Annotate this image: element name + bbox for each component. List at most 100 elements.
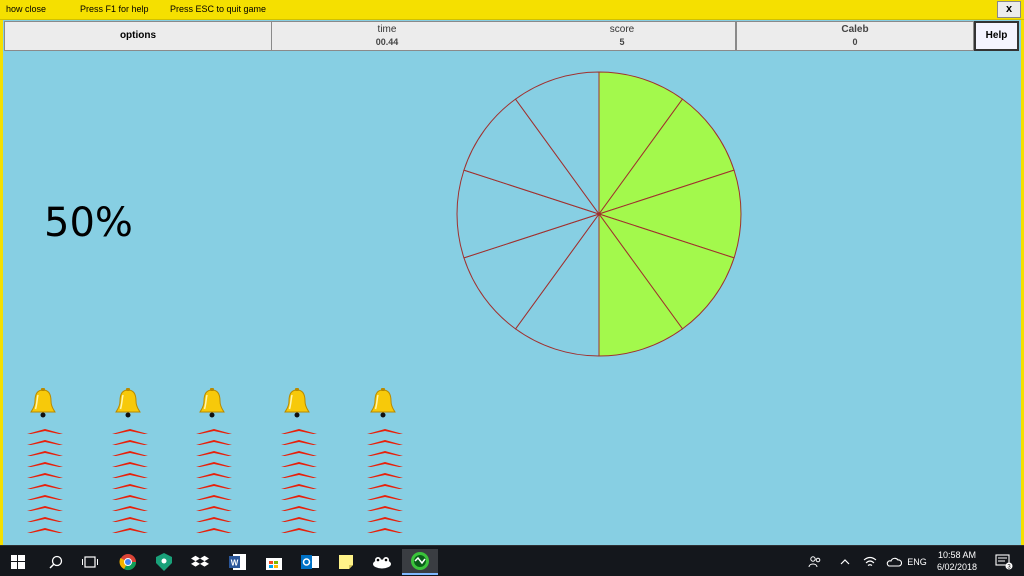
chevron-up-icon xyxy=(367,473,403,478)
fraction-pie-chart[interactable] xyxy=(450,70,748,368)
chevron-up-icon xyxy=(367,528,403,533)
chevron-up-icon xyxy=(112,429,148,434)
onedrive-icon[interactable] xyxy=(884,546,904,576)
chevron-up-icon xyxy=(281,528,317,533)
outlook-icon[interactable] xyxy=(292,549,328,575)
help-button[interactable]: Help xyxy=(974,21,1019,51)
game-area: options time 00.44 score 5 Caleb 0 Help … xyxy=(0,20,1024,545)
chevron-up-icon xyxy=(196,462,232,467)
chevron-up-icon xyxy=(281,473,317,478)
chevron-up-icon xyxy=(27,528,63,533)
stats-panel: time 00.44 score 5 xyxy=(272,21,736,51)
sticky-notes-icon[interactable] xyxy=(328,549,364,575)
chevron-up-icon xyxy=(367,451,403,456)
chevron-up-icon xyxy=(196,517,232,522)
title-hint-game-name: how close xyxy=(6,4,47,14)
chevron-up-icon xyxy=(27,517,63,522)
action-center-icon[interactable]: 3 xyxy=(990,546,1018,576)
title-hint-quit: Press ESC to quit game xyxy=(170,4,267,14)
time-stat: time 00.44 xyxy=(337,24,437,47)
chevron-up-icon[interactable] xyxy=(836,546,854,576)
bell-icon[interactable] xyxy=(369,388,397,418)
chevron-up-icon xyxy=(367,429,403,434)
time-value: 00.44 xyxy=(375,37,399,47)
chevron-stack xyxy=(110,426,150,536)
close-button[interactable]: x xyxy=(997,1,1021,18)
player-stat: Caleb 0 xyxy=(805,24,905,47)
windows-taskbar: W ENG 10:58 AM 6/02/2018 3 xyxy=(0,545,1024,576)
chevron-up-icon xyxy=(281,495,317,500)
chevron-up-icon xyxy=(27,462,63,467)
chevron-up-icon xyxy=(112,473,148,478)
store-icon[interactable] xyxy=(256,549,292,575)
chevron-up-icon xyxy=(112,495,148,500)
active-game-icon[interactable] xyxy=(402,549,438,575)
chevron-up-icon xyxy=(196,429,232,434)
options-button[interactable]: options xyxy=(4,21,272,51)
chevron-up-icon xyxy=(112,517,148,522)
chevron-up-icon xyxy=(281,517,317,522)
chevron-up-icon xyxy=(112,506,148,511)
chevron-up-icon xyxy=(196,528,232,533)
bell-column xyxy=(365,388,405,536)
clock-time: 10:58 AM xyxy=(937,550,977,560)
chevron-up-icon xyxy=(27,429,63,434)
time-label: time xyxy=(377,24,397,35)
player-name: Caleb xyxy=(841,24,869,35)
chevron-up-icon xyxy=(367,462,403,467)
chevron-up-icon xyxy=(367,517,403,522)
chevron-up-icon xyxy=(367,506,403,511)
score-label: score xyxy=(609,24,635,35)
wifi-icon[interactable] xyxy=(860,546,880,576)
chevron-up-icon xyxy=(367,495,403,500)
chevron-up-icon xyxy=(112,451,148,456)
score-value: 5 xyxy=(619,37,625,47)
chevron-up-icon xyxy=(112,484,148,489)
title-hint-help: Press F1 for help xyxy=(80,4,149,14)
chevron-up-icon xyxy=(367,440,403,445)
chevron-up-icon xyxy=(281,440,317,445)
chrome-icon[interactable] xyxy=(110,549,146,575)
chevron-stack xyxy=(25,426,65,536)
bell-column xyxy=(25,388,65,536)
people-icon[interactable] xyxy=(804,546,826,576)
task-view-icon[interactable] xyxy=(72,549,108,575)
bell-column xyxy=(194,388,234,536)
bell-icon[interactable] xyxy=(114,388,142,418)
chevron-up-icon xyxy=(112,440,148,445)
chevron-up-icon xyxy=(281,462,317,467)
chevron-up-icon xyxy=(281,429,317,434)
chevron-up-icon xyxy=(27,440,63,445)
chevron-up-icon xyxy=(367,484,403,489)
chevron-up-icon xyxy=(196,451,232,456)
player-score: 0 xyxy=(852,37,858,47)
chevron-stack xyxy=(279,426,319,536)
search-icon[interactable] xyxy=(38,549,74,575)
game-app-icon[interactable] xyxy=(364,549,400,575)
chevron-stack xyxy=(194,426,234,536)
bell-icon[interactable] xyxy=(29,388,57,418)
chevron-up-icon xyxy=(27,506,63,511)
system-clock[interactable]: 10:58 AM 6/02/2018 xyxy=(930,549,984,573)
score-stat: score 5 xyxy=(572,24,672,47)
word-icon[interactable]: W xyxy=(220,549,256,575)
svg-text:W: W xyxy=(231,559,239,568)
chevron-up-icon xyxy=(27,473,63,478)
chevron-up-icon xyxy=(27,484,63,489)
percentage-prompt: 50% xyxy=(44,200,133,246)
chevron-up-icon xyxy=(281,506,317,511)
top-panel-strip: options time 00.44 score 5 Caleb 0 Help xyxy=(3,20,1021,53)
dropbox-icon[interactable] xyxy=(182,549,218,575)
keepass-icon[interactable] xyxy=(146,549,182,575)
bell-icon[interactable] xyxy=(198,388,226,418)
chevron-up-icon xyxy=(112,528,148,533)
chevron-up-icon xyxy=(196,473,232,478)
bell-icon[interactable] xyxy=(283,388,311,418)
windows-logo-icon[interactable] xyxy=(0,549,36,575)
clock-date: 6/02/2018 xyxy=(936,562,978,572)
chevron-up-icon xyxy=(196,484,232,489)
language-indicator[interactable]: ENG xyxy=(904,546,930,576)
chevron-stack xyxy=(365,426,405,536)
window-title-bar: how close Press F1 for help Press ESC to… xyxy=(0,0,1024,20)
chevron-up-icon xyxy=(27,451,63,456)
